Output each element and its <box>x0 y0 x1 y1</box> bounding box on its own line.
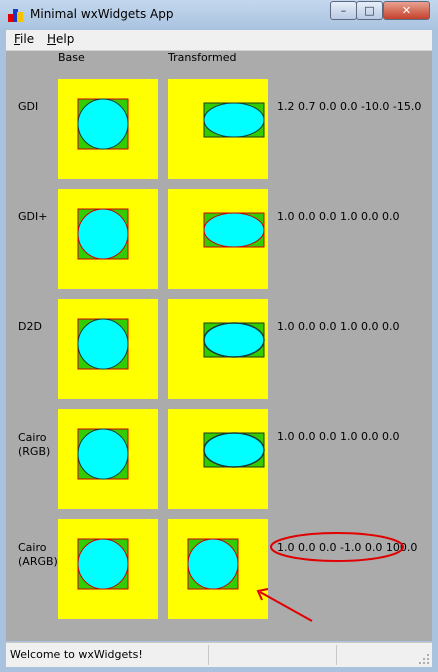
window-frame-right <box>432 30 438 672</box>
annotation-overlay <box>256 532 404 622</box>
minimize-button[interactable]: – <box>330 1 357 20</box>
annotation-arrow-line <box>259 591 313 622</box>
resize-grip-icon[interactable] <box>418 653 430 665</box>
status-separator <box>336 645 337 665</box>
menu-bar: File Help <box>6 30 432 51</box>
status-bar: Welcome to wxWidgets! <box>6 642 432 667</box>
annotation-highlight-ellipse <box>270 532 404 562</box>
logo-yellow-block <box>17 12 23 22</box>
menu-file-label: ile <box>20 32 35 46</box>
close-button[interactable]: ✕ <box>383 1 430 20</box>
menu-help-accel: H <box>47 32 57 46</box>
menu-help-label: elp <box>56 32 75 46</box>
menu-help[interactable]: Help <box>47 32 74 46</box>
maximize-button[interactable]: □ <box>356 1 383 20</box>
app-icon[interactable] <box>8 7 24 23</box>
window-title: Minimal wxWidgets App <box>30 7 174 21</box>
drawing-canvas: Base Transformed GDI 1.2 0.7 0.0 0.0 -10… <box>6 51 432 641</box>
status-text: Welcome to wxWidgets! <box>10 648 143 661</box>
status-separator <box>208 645 209 665</box>
menu-file[interactable]: File <box>14 32 34 46</box>
app-logo-icon <box>8 9 23 22</box>
